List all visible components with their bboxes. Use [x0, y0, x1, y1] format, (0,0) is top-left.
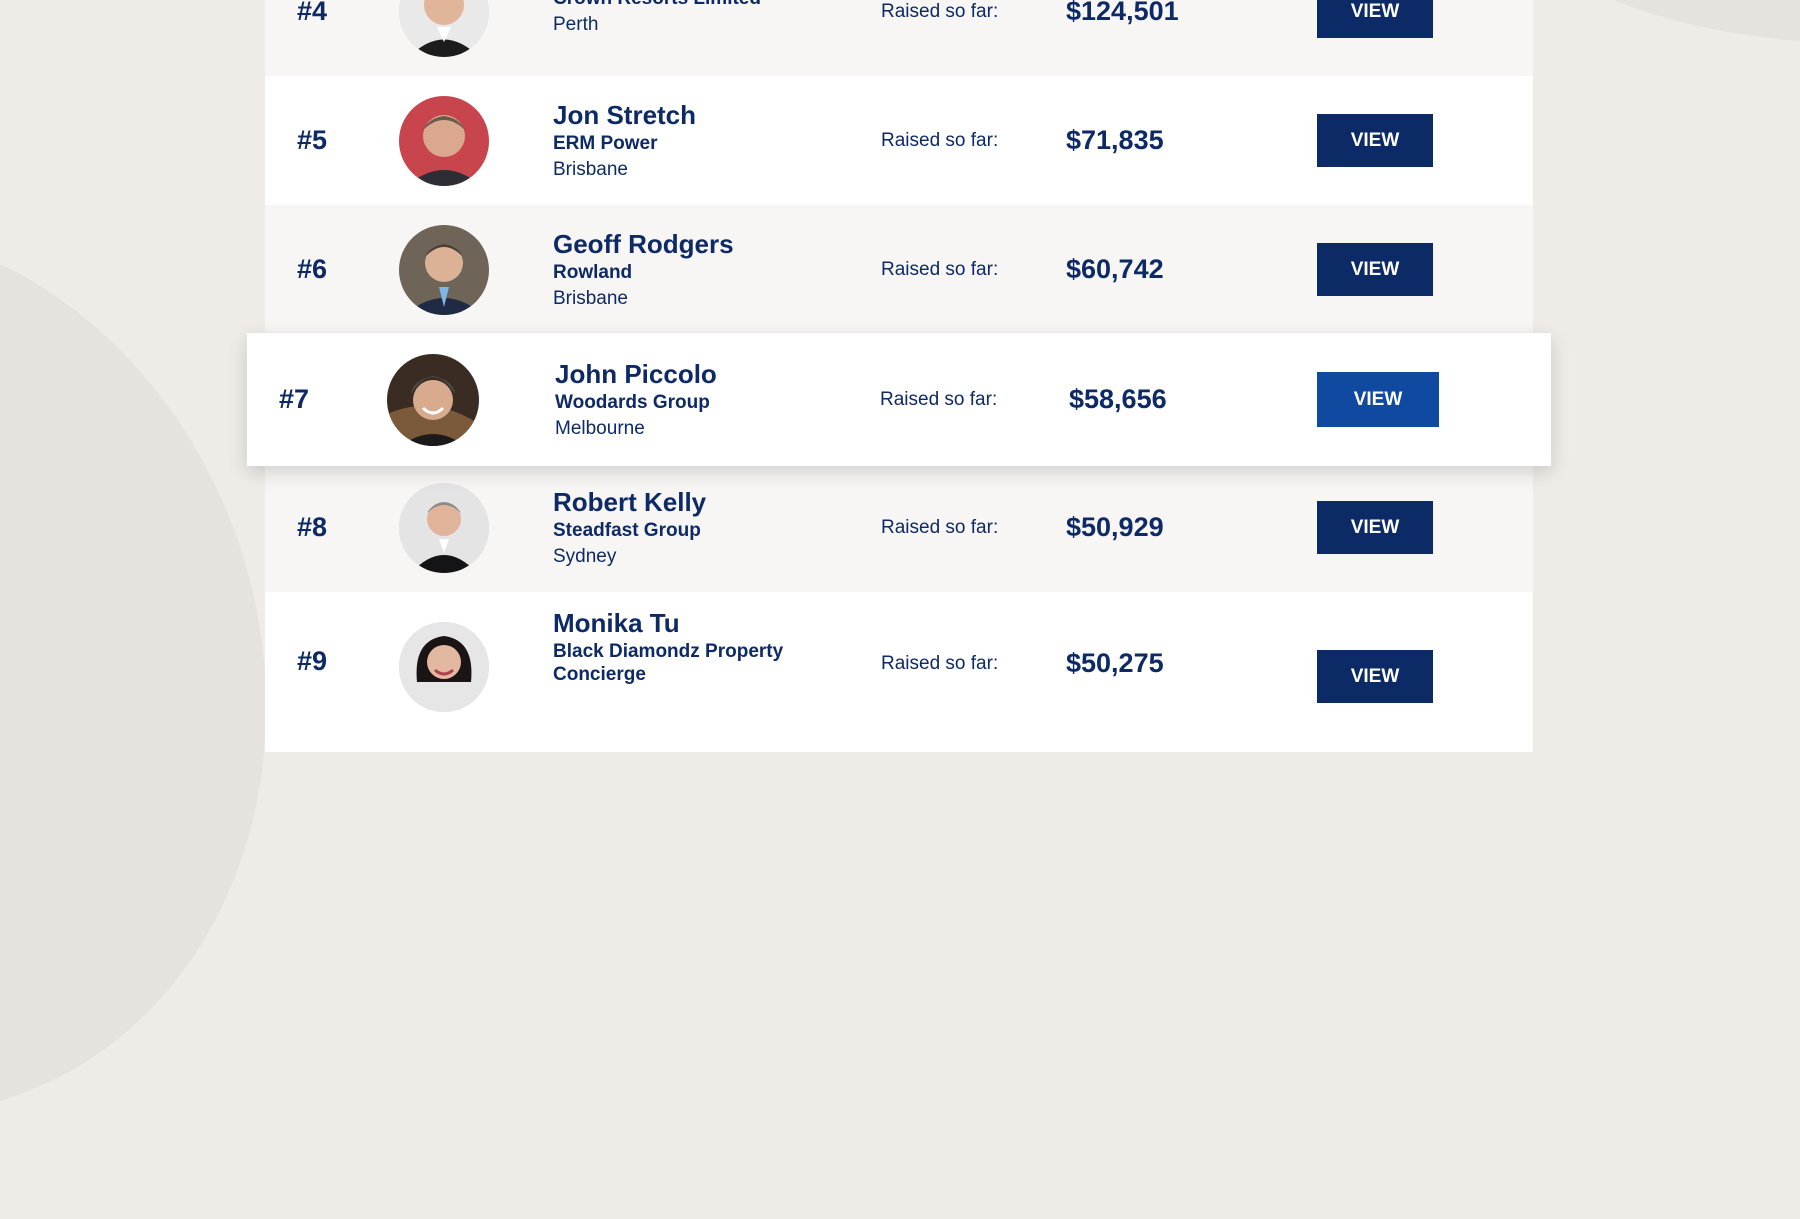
raised-label: Raised so far: — [881, 653, 999, 674]
avatar — [399, 622, 489, 712]
avatar — [399, 482, 489, 573]
fundraiser-company: Crown Resorts Limited — [553, 0, 761, 11]
rank: #9 — [297, 646, 328, 676]
view-button[interactable]: VIEW — [1317, 372, 1439, 427]
avatar — [399, 224, 489, 315]
table-row-highlighted: #7 John Piccolo Woodards Group Melbourne… — [247, 333, 1551, 466]
leaderboard-list: #4 Crown Resorts Limited Perth Raised so… — [247, 0, 1551, 752]
raised-label: Raised so far: — [881, 258, 999, 280]
avatar — [399, 95, 489, 186]
raised-label: Raised so far: — [881, 0, 999, 22]
amount-raised: $124,501 — [1066, 0, 1179, 26]
avatar — [387, 353, 479, 446]
view-button[interactable]: VIEW — [1317, 243, 1433, 296]
fundraiser-name: Monika Tu — [553, 608, 680, 638]
view-button[interactable]: VIEW — [1317, 0, 1433, 38]
raised-label: Raised so far: — [881, 129, 999, 151]
table-row: #4 Crown Resorts Limited Perth Raised so… — [265, 0, 1533, 76]
rank: #6 — [297, 254, 328, 284]
rank: #7 — [279, 384, 310, 414]
table-row: #5 Jon Stretch ERM Power Brisbane Raised… — [265, 76, 1533, 205]
amount-raised: $58,656 — [1069, 384, 1167, 414]
fundraiser-name: Jon Stretch — [553, 99, 697, 130]
rank: #8 — [297, 512, 328, 542]
view-button[interactable]: VIEW — [1317, 501, 1433, 554]
fundraiser-company: Steadfast Group — [553, 519, 701, 541]
fundraiser-company: Woodards Group — [555, 391, 710, 413]
fundraiser-city: Perth — [553, 14, 599, 35]
fundraiser-company: Rowland — [553, 261, 633, 283]
fundraiser-name: Geoff Rodgers — [553, 228, 734, 259]
background-shape — [1533, 0, 1800, 66]
view-button[interactable]: VIEW — [1317, 650, 1433, 703]
table-row: #6 Geoff Rodgers Rowland Brisbane Raised… — [265, 205, 1533, 334]
rank: #4 — [297, 0, 328, 26]
amount-raised: $50,929 — [1066, 512, 1164, 542]
fundraiser-company: ERM Power — [553, 132, 658, 154]
table-row: #8 Robert Kelly Steadfast Group Sydney R… — [265, 463, 1533, 592]
fundraiser-name: Robert Kelly — [553, 486, 707, 517]
amount-raised: $60,742 — [1066, 254, 1164, 284]
amount-raised: $50,275 — [1066, 648, 1164, 678]
avatar — [399, 0, 489, 57]
raised-label: Raised so far: — [880, 388, 998, 410]
view-button[interactable]: VIEW — [1317, 114, 1433, 167]
fundraiser-city: Sydney — [553, 545, 617, 567]
amount-raised: $71,835 — [1066, 125, 1164, 155]
fundraiser-city: Brisbane — [553, 158, 628, 180]
rank: #5 — [297, 125, 328, 155]
raised-label: Raised so far: — [881, 516, 999, 538]
fundraiser-name: John Piccolo — [555, 358, 717, 389]
fundraiser-city: Melbourne — [555, 417, 645, 439]
fundraiser-city: Brisbane — [553, 287, 628, 309]
table-row: #9 Monika Tu Black Diamondz Property Con… — [265, 592, 1533, 752]
